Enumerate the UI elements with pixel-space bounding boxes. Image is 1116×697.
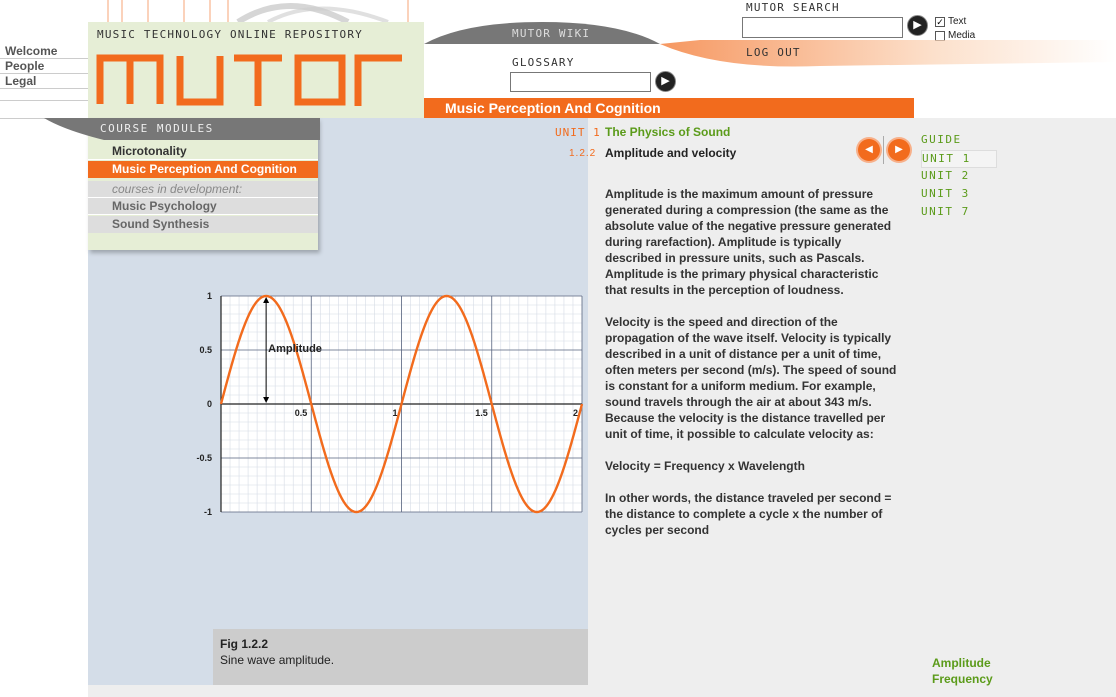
unit-nav: GUIDE UNIT 1 UNIT 2 UNIT 3 UNIT 7 (921, 132, 997, 222)
see-also-links: Amplitude Frequency (932, 655, 993, 687)
repo-title: MUSIC TECHNOLOGY ONLINE REPOSITORY (97, 28, 363, 41)
prev-page-button[interactable]: ◀ (858, 139, 880, 161)
sine-chart: 1 0.5 0 -0.5 -1 0.5 1 1.5 2 Amplitude (196, 291, 584, 517)
text-checkbox-label: Text (948, 16, 967, 27)
nav-guide[interactable]: GUIDE (921, 132, 997, 150)
y-tick-label: 0 (207, 399, 212, 409)
module-music-perception[interactable]: Music Perception And Cognition (88, 161, 318, 178)
nav-unit-3[interactable]: UNIT 3 (921, 186, 997, 204)
wiki-link[interactable]: MUTOR WIKI (512, 27, 590, 40)
y-tick-label: 1 (207, 291, 212, 301)
body-text: Amplitude is the maximum amount of press… (605, 186, 900, 554)
nav-unit-7[interactable]: UNIT 7 (921, 204, 997, 222)
paragraph: In other words, the distance traveled pe… (605, 491, 892, 537)
unit-number: UNIT 1 (555, 126, 601, 139)
logout-link[interactable]: LOG OUT (746, 46, 801, 59)
divider (883, 136, 884, 164)
modules-label: COURSE MODULES (100, 122, 214, 135)
left-nav: Welcome People Legal (0, 44, 88, 89)
x-tick-label: 2 (573, 408, 578, 418)
glossary-go-button[interactable]: ▶ (655, 71, 676, 92)
paragraph: Amplitude is the maximum amount of press… (605, 187, 892, 297)
y-tick-label: -0.5 (196, 453, 212, 463)
course-title-bar: Music Perception And Cognition (424, 98, 914, 118)
play-icon: ▶ (661, 75, 670, 87)
search-input[interactable] (742, 17, 903, 38)
mutor-logo[interactable] (96, 52, 406, 108)
nav-unit-2[interactable]: UNIT 2 (921, 168, 997, 186)
section-number: 1.2.2 (569, 148, 597, 159)
x-tick-label: 1 (392, 408, 397, 418)
module-music-psychology[interactable]: Music Psychology (88, 198, 318, 215)
amplitude-annotation: Amplitude (268, 343, 322, 355)
arrow-left-icon: ◀ (865, 144, 873, 155)
paragraph: Velocity is the speed and direction of t… (605, 315, 897, 441)
y-tick-label: -1 (204, 507, 212, 517)
glossary-label: GLOSSARY (512, 56, 575, 69)
glossary-input[interactable] (510, 72, 651, 92)
unit-title[interactable]: The Physics of Sound (605, 125, 730, 139)
next-page-button[interactable]: ▶ (888, 139, 910, 161)
search-label: MUTOR SEARCH (746, 1, 840, 14)
module-sound-synthesis[interactable]: Sound Synthesis (88, 216, 318, 233)
x-tick-label: 0.5 (295, 408, 308, 418)
nav-unit-1[interactable]: UNIT 1 (921, 150, 997, 168)
x-tick-label: 1.5 (475, 408, 488, 418)
y-tick-label: 0.5 (199, 345, 212, 355)
section-title: Amplitude and velocity (605, 146, 737, 160)
nav-welcome[interactable]: Welcome (0, 44, 88, 59)
paragraph: Velocity = Frequency x Wavelength (605, 459, 805, 473)
figure-title: Fig 1.2.2 (220, 637, 269, 651)
module-microtonality[interactable]: Microtonality (88, 143, 318, 160)
link-amplitude[interactable]: Amplitude (932, 655, 993, 671)
nav-legal[interactable]: Legal (0, 74, 88, 89)
text-checkbox[interactable]: ✓ (935, 17, 945, 27)
nav-people[interactable]: People (0, 59, 88, 74)
divider (0, 100, 88, 101)
search-go-button[interactable]: ▶ (907, 15, 928, 36)
header-decoration (107, 0, 409, 22)
figure-caption: Sine wave amplitude. (220, 653, 335, 667)
modules-dev-label: courses in development: (88, 181, 318, 198)
link-frequency[interactable]: Frequency (932, 671, 993, 687)
play-icon: ▶ (913, 19, 922, 31)
logout-swoosh (660, 40, 1116, 67)
arrow-right-icon: ▶ (895, 144, 903, 155)
